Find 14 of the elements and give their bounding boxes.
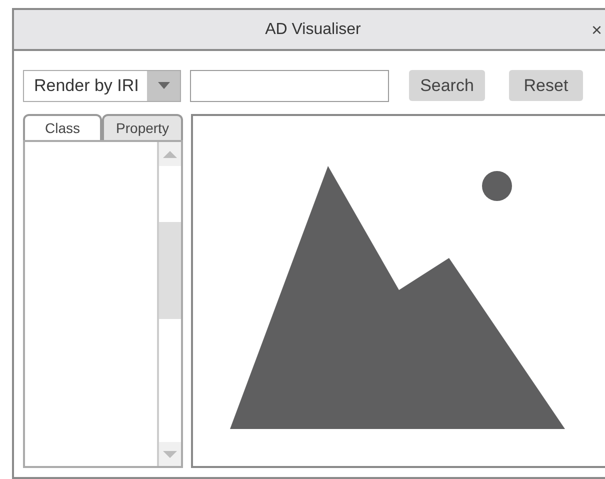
scroll-thumb[interactable] bbox=[159, 222, 181, 319]
search-field[interactable] bbox=[190, 70, 389, 102]
scroll-up-icon bbox=[163, 150, 177, 158]
close-button[interactable]: × bbox=[591, 20, 602, 38]
tab[interactable]: Class bbox=[23, 114, 102, 140]
window-title: AD Visualiser bbox=[265, 20, 361, 40]
scrollbar[interactable] bbox=[157, 142, 181, 466]
scroll-down-icon bbox=[163, 450, 177, 458]
search-button[interactable]: Search bbox=[409, 70, 485, 101]
caret-icon bbox=[158, 82, 170, 89]
render-dropdown[interactable]: Render by IRI bbox=[23, 70, 181, 102]
class-list[interactable] bbox=[23, 140, 183, 468]
tab[interactable]: Property bbox=[102, 114, 183, 140]
reset-button[interactable]: Reset bbox=[509, 70, 583, 101]
